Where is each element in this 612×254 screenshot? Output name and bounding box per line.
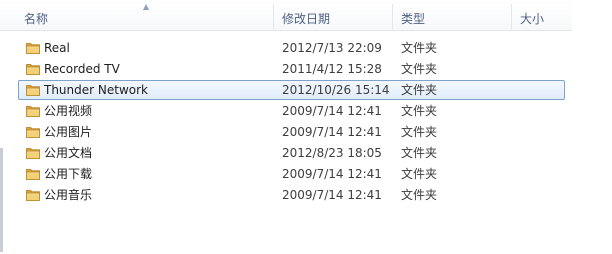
folder-icon bbox=[26, 168, 40, 180]
file-type: 文件夹 bbox=[401, 188, 438, 202]
file-name: 公用图片 bbox=[44, 125, 93, 139]
file-date-modified: 2009/7/14 12:41 bbox=[282, 125, 382, 139]
file-type: 文件夹 bbox=[401, 167, 438, 181]
folder-icon bbox=[26, 63, 40, 75]
file-name: 公用视频 bbox=[44, 104, 93, 118]
folder-icon bbox=[26, 126, 40, 138]
folder-icon bbox=[26, 105, 40, 117]
file-type: 文件夹 bbox=[401, 41, 438, 55]
file-explorer-window: ▲ 名称 修改日期 类型 大小 Real 2012/7/13 22:09 文件夹… bbox=[0, 0, 612, 254]
file-type: 文件夹 bbox=[401, 62, 438, 76]
file-name: 公用下载 bbox=[44, 167, 93, 181]
file-row[interactable]: Recorded TV 2011/4/12 15:28 文件夹 bbox=[18, 59, 565, 79]
file-row[interactable]: 公用音乐 2009/7/14 12:41 文件夹 bbox=[18, 185, 565, 205]
folder-icon bbox=[26, 42, 40, 54]
file-row[interactable]: 公用下载 2009/7/14 12:41 文件夹 bbox=[18, 164, 565, 184]
file-row[interactable]: 公用图片 2009/7/14 12:41 文件夹 bbox=[18, 122, 565, 142]
file-row[interactable]: 公用视频 2009/7/14 12:41 文件夹 bbox=[18, 101, 565, 121]
window-left-edge bbox=[0, 148, 3, 252]
file-date-modified: 2012/10/26 15:14 bbox=[282, 83, 390, 97]
file-type: 文件夹 bbox=[401, 83, 438, 97]
file-row[interactable]: Thunder Network 2012/10/26 15:14 文件夹 bbox=[18, 80, 565, 100]
file-name: 公用文档 bbox=[44, 146, 93, 160]
file-type: 文件夹 bbox=[401, 125, 438, 139]
file-type: 文件夹 bbox=[401, 146, 438, 160]
column-header-name[interactable]: 名称 bbox=[24, 0, 272, 30]
column-header-bar: ▲ 名称 修改日期 类型 大小 bbox=[0, 0, 572, 31]
file-date-modified: 2011/4/12 15:28 bbox=[282, 62, 382, 76]
file-name: 公用音乐 bbox=[44, 188, 93, 202]
column-header-size[interactable]: 大小 bbox=[520, 0, 572, 30]
folder-icon bbox=[26, 147, 40, 159]
file-name: Real bbox=[44, 41, 70, 55]
column-header-type[interactable]: 类型 bbox=[401, 0, 511, 30]
column-divider[interactable] bbox=[273, 4, 274, 30]
file-date-modified: 2009/7/14 12:41 bbox=[282, 104, 382, 118]
column-divider[interactable] bbox=[392, 4, 393, 30]
file-row[interactable]: 公用文档 2012/8/23 18:05 文件夹 bbox=[18, 143, 565, 163]
file-type: 文件夹 bbox=[401, 104, 438, 118]
file-date-modified: 2012/7/13 22:09 bbox=[282, 41, 382, 55]
column-divider[interactable] bbox=[511, 4, 512, 30]
file-name: Recorded TV bbox=[44, 62, 120, 76]
folder-icon bbox=[26, 84, 40, 96]
file-row[interactable]: Real 2012/7/13 22:09 文件夹 bbox=[18, 38, 565, 58]
column-header-date-modified[interactable]: 修改日期 bbox=[282, 0, 392, 30]
file-date-modified: 2009/7/14 12:41 bbox=[282, 188, 382, 202]
file-name: Thunder Network bbox=[44, 83, 148, 97]
file-date-modified: 2009/7/14 12:41 bbox=[282, 167, 382, 181]
folder-icon bbox=[26, 189, 40, 201]
file-date-modified: 2012/8/23 18:05 bbox=[282, 146, 382, 160]
